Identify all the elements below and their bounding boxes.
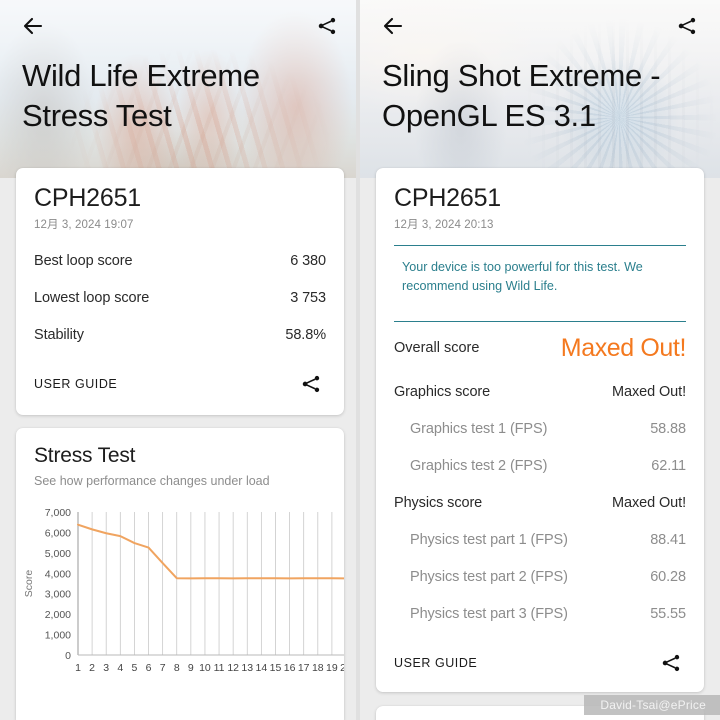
svg-text:7,000: 7,000 xyxy=(45,507,71,519)
svg-text:0: 0 xyxy=(65,650,71,662)
table-row: Physics test part 3 (FPS) 55.55 xyxy=(394,595,686,632)
score-value: 58.8% xyxy=(285,327,326,343)
score-value: 58.88 xyxy=(650,420,686,437)
svg-text:17: 17 xyxy=(298,662,310,674)
score-label: Physics score xyxy=(394,494,483,511)
score-label: Graphics test 1 (FPS) xyxy=(410,420,548,437)
score-label: Physics test part 2 (FPS) xyxy=(410,568,568,585)
score-label: Best loop score xyxy=(34,253,133,269)
score-value: 6 380 xyxy=(290,253,326,269)
left-topbar xyxy=(0,0,360,52)
svg-text:11: 11 xyxy=(214,662,225,674)
screenshot-panel-left: Wild Life Extreme Stress Test CPH2651 12… xyxy=(0,0,360,720)
right-topbar xyxy=(360,0,720,52)
score-value: Maxed Out! xyxy=(612,383,686,400)
svg-text:3: 3 xyxy=(103,662,109,674)
result-card-left: CPH2651 12月 3, 2024 19:07 Best loop scor… xyxy=(16,168,344,415)
score-value: Maxed Out! xyxy=(612,494,686,511)
svg-text:1,000: 1,000 xyxy=(45,630,71,642)
user-guide-row-left: USER GUIDE xyxy=(34,353,326,401)
share-icon[interactable] xyxy=(656,648,686,678)
table-row: Stability 58.8% xyxy=(34,316,326,353)
result-date-left: 12月 3, 2024 19:07 xyxy=(34,219,134,231)
overall-score-value: Maxed Out! xyxy=(560,333,687,362)
svg-text:19: 19 xyxy=(326,662,338,674)
user-guide-row-right: USER GUIDE xyxy=(394,632,686,680)
warning-message: Your device is too powerful for this tes… xyxy=(402,260,643,293)
hero-banner-left: Wild Life Extreme Stress Test xyxy=(0,0,360,178)
svg-text:15: 15 xyxy=(270,662,282,674)
score-label: Stability xyxy=(34,327,84,343)
table-row: Lowest loop score 3 753 xyxy=(34,279,326,316)
score-label: Graphics test 2 (FPS) xyxy=(410,457,548,474)
score-value: 55.55 xyxy=(650,605,686,622)
svg-text:9: 9 xyxy=(188,662,194,674)
hero-banner-right: Sling Shot Extreme - OpenGL ES 3.1 xyxy=(360,0,720,178)
score-value: 3 753 xyxy=(290,290,326,306)
table-row: Physics score Maxed Out! xyxy=(394,484,686,521)
svg-text:5: 5 xyxy=(131,662,137,674)
stress-test-title: Stress Test xyxy=(34,444,136,467)
score-value: 62.11 xyxy=(651,457,686,474)
svg-text:4,000: 4,000 xyxy=(45,568,71,580)
table-row: Graphics test 2 (FPS) 62.11 xyxy=(394,447,686,484)
table-row: Physics test part 1 (FPS) 88.41 xyxy=(394,521,686,558)
table-row: Physics test part 2 (FPS) 60.28 xyxy=(394,558,686,595)
table-row: Graphics score Maxed Out! xyxy=(394,373,686,410)
user-guide-link[interactable]: USER GUIDE xyxy=(394,656,477,670)
overall-score-label: Overall score xyxy=(394,340,480,357)
back-icon[interactable] xyxy=(18,11,48,41)
score-value: 88.41 xyxy=(650,531,686,548)
svg-text:12: 12 xyxy=(227,662,239,674)
page-title-right: Sling Shot Extreme - OpenGL ES 3.1 xyxy=(382,58,661,133)
svg-text:2,000: 2,000 xyxy=(45,609,71,621)
svg-text:18: 18 xyxy=(312,662,324,674)
svg-text:2: 2 xyxy=(89,662,95,674)
svg-text:8: 8 xyxy=(174,662,180,674)
svg-text:20: 20 xyxy=(340,662,344,674)
table-row: Graphics test 1 (FPS) 58.88 xyxy=(394,410,686,447)
stress-test-card: Stress Test See how performance changes … xyxy=(16,428,344,720)
score-label: Graphics score xyxy=(394,383,491,400)
device-name-right: CPH2651 xyxy=(394,184,501,212)
svg-text:Score: Score xyxy=(23,570,35,598)
svg-text:16: 16 xyxy=(284,662,296,674)
svg-text:5,000: 5,000 xyxy=(45,548,71,560)
stress-test-line-chart: 01,0002,0003,0004,0005,0006,0007,0001 2 3 4… xyxy=(23,507,344,674)
back-icon[interactable] xyxy=(378,11,408,41)
svg-text:4: 4 xyxy=(117,662,123,674)
stress-test-subtitle: See how performance changes under load xyxy=(34,474,270,488)
table-row: Best loop score 6 380 xyxy=(34,242,326,279)
score-label: Lowest loop score xyxy=(34,290,150,306)
overall-score-row: Overall score Maxed Out! xyxy=(394,322,686,373)
svg-text:6: 6 xyxy=(146,662,152,674)
svg-text:1: 1 xyxy=(75,662,81,674)
stress-test-chart: 0 1,000 2,000 3,000 4,000 5,000 6,000 7,000 1 2 3 4… xyxy=(16,504,344,694)
score-label: Physics test part 1 (FPS) xyxy=(410,531,568,548)
watermark: David-Tsai@ePrice xyxy=(584,695,720,715)
share-icon[interactable] xyxy=(672,11,702,41)
share-icon[interactable] xyxy=(312,11,342,41)
device-name-left: CPH2651 xyxy=(34,184,141,212)
result-date-right: 12月 3, 2024 20:13 xyxy=(394,219,494,231)
svg-text:6,000: 6,000 xyxy=(45,527,71,539)
score-value: 60.28 xyxy=(650,568,686,585)
svg-text:3,000: 3,000 xyxy=(45,589,71,601)
result-card-right: CPH2651 12月 3, 2024 20:13 Your device is… xyxy=(376,168,704,692)
score-label: Physics test part 3 (FPS) xyxy=(410,605,568,622)
screenshot-panel-right: Sling Shot Extreme - OpenGL ES 3.1 CPH26… xyxy=(360,0,720,720)
svg-text:10: 10 xyxy=(199,662,211,674)
share-icon[interactable] xyxy=(296,369,326,399)
user-guide-link[interactable]: USER GUIDE xyxy=(34,377,117,391)
svg-text:13: 13 xyxy=(241,662,253,674)
svg-text:7: 7 xyxy=(160,662,166,674)
page-title-left: Wild Life Extreme Stress Test xyxy=(22,58,260,133)
svg-text:14: 14 xyxy=(256,662,268,674)
